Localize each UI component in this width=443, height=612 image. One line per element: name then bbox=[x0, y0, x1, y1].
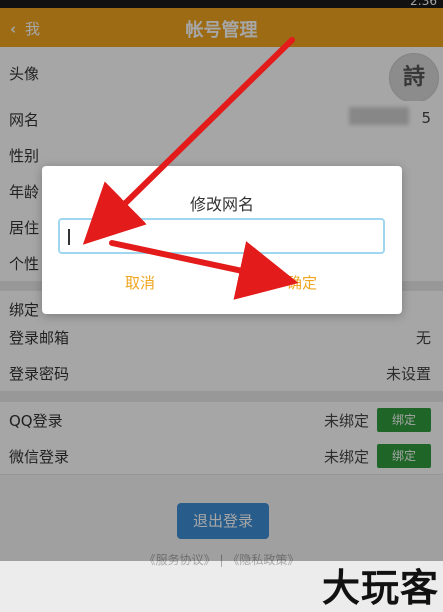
text-caret bbox=[68, 229, 70, 245]
dialog-title: 修改网名 bbox=[189, 195, 254, 214]
cancel-button[interactable]: 取消 bbox=[125, 272, 155, 293]
nickname-input[interactable] bbox=[58, 218, 385, 254]
watermark: 大玩客 bbox=[321, 565, 439, 610]
rename-dialog: 修改网名 取消 确定 bbox=[42, 166, 402, 314]
confirm-button[interactable]: 确定 bbox=[287, 272, 317, 293]
